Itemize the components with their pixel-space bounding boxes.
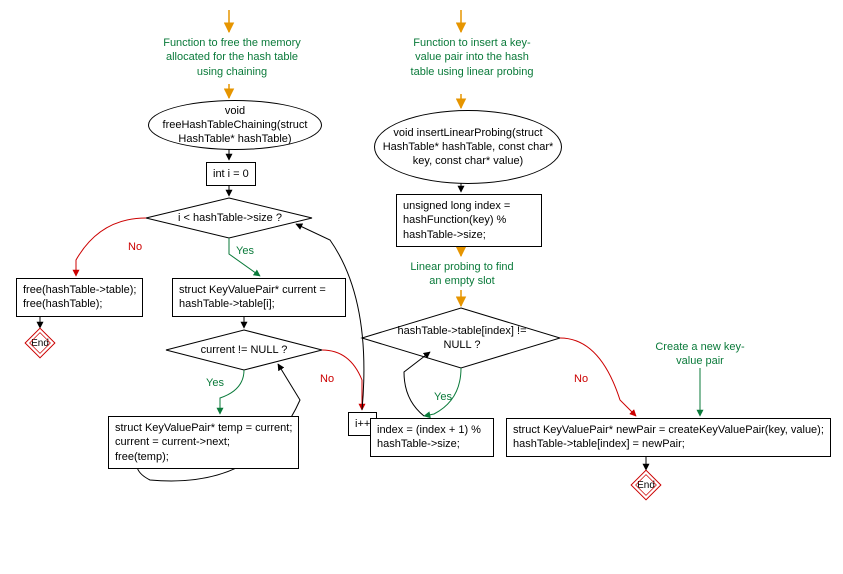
init-i: int i = 0 xyxy=(206,162,256,186)
cond-i-lt-size: i < hashTable->size ? xyxy=(170,211,290,225)
free-hashtable-block: free(hashTable->table); free(hashTable); xyxy=(16,278,143,317)
label-yes-r: Yes xyxy=(434,390,452,404)
label-no-2: No xyxy=(320,372,334,386)
loop-body-probe: index = (index + 1) % hashTable->size; xyxy=(370,418,494,457)
comment-free-chaining: Function to free the memory allocated fo… xyxy=(152,36,312,79)
label-no-r: No xyxy=(574,372,588,386)
end-label-r: End xyxy=(637,480,655,491)
comment-create-pair: Create a new key-value pair xyxy=(650,340,750,369)
label-yes-2: Yes xyxy=(206,376,224,390)
end-label: End xyxy=(31,338,49,349)
label-no-1: No xyxy=(128,240,142,254)
assign-index: unsigned long index = hashFunction(key) … xyxy=(396,194,542,247)
create-pair-block: struct KeyValuePair* newPair = createKey… xyxy=(506,418,831,457)
cond-current-null: current != NULL ? xyxy=(188,343,300,357)
comment-insert-linear: Function to insert a key-value pair into… xyxy=(402,36,542,79)
assign-current: struct KeyValuePair* current = hashTable… xyxy=(172,278,346,317)
end-right: End xyxy=(635,474,657,496)
comment-linear-probing: Linear probing to find an empty slot xyxy=(406,260,518,289)
end-left-1: End xyxy=(29,332,51,354)
label-yes-1: Yes xyxy=(236,244,254,258)
loop-body-free: struct KeyValuePair* temp = current; cur… xyxy=(108,416,299,469)
cond-slot-null: hashTable->table[index] != NULL ? xyxy=(396,324,528,353)
func-free-chaining: void freeHashTableChaining(struct HashTa… xyxy=(148,100,322,150)
func-insert-linear: void insertLinearProbing(struct HashTabl… xyxy=(374,110,562,184)
